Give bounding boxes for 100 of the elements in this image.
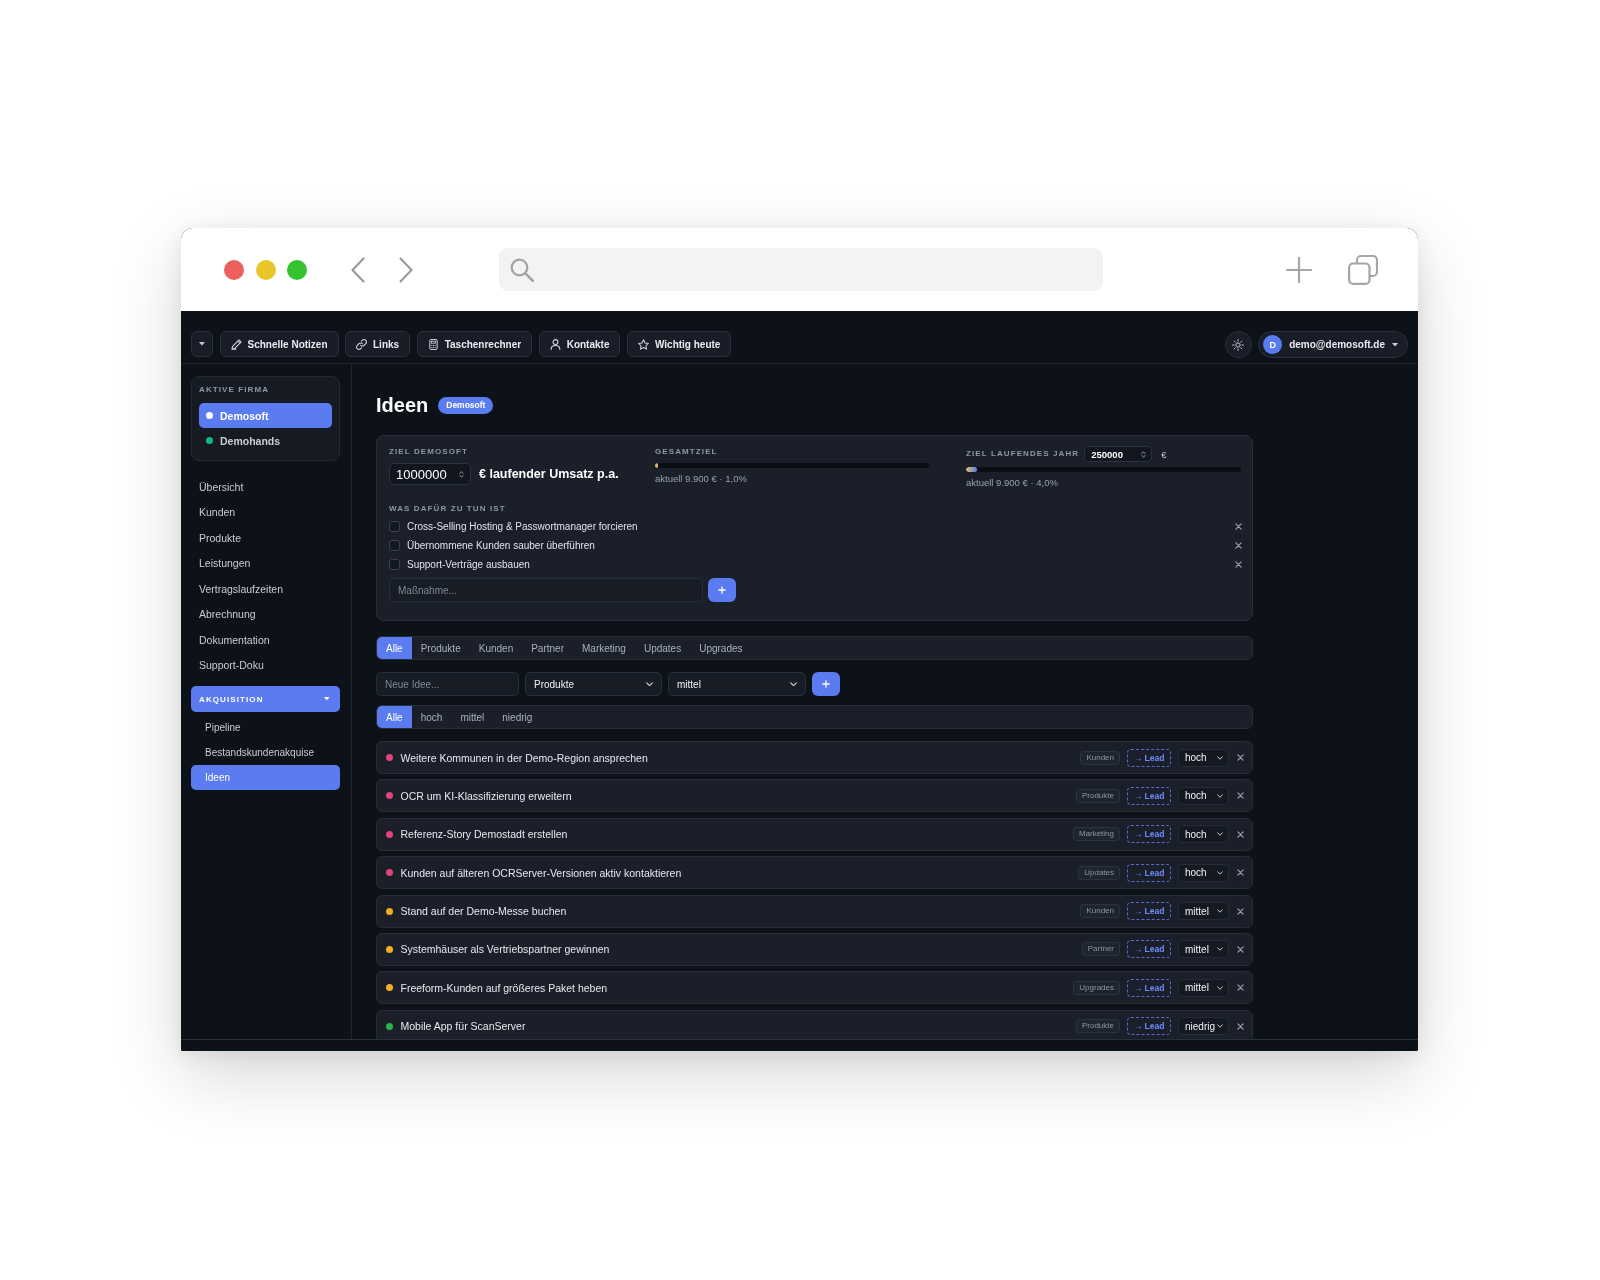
chevron-down-icon [1217,947,1223,952]
task-input[interactable]: Maßnahme... [389,578,703,602]
priority-select[interactable]: niedrig [1178,1017,1229,1036]
caret-icon [1392,342,1398,347]
todo-text: Support-Verträge ausbauen [407,559,531,570]
section-label: WAS DAFÜR ZU TUN IST [389,503,507,515]
dropdown-button[interactable] [191,331,213,357]
toolbar-button[interactable]: Links [345,331,411,357]
close-icon[interactable] [1235,523,1242,530]
category-tag: Marketing [1072,827,1120,842]
close-icon[interactable] [1237,984,1244,992]
close-icon[interactable] [1237,830,1244,838]
close-icon[interactable] [1237,869,1244,877]
priority-select[interactable]: hoch [1178,863,1229,882]
close-icon[interactable] [1235,542,1242,549]
theme-button[interactable] [1224,331,1252,358]
nav-subitem[interactable]: Pipeline [191,715,340,740]
nav-subitem[interactable]: Ideen [191,765,340,790]
toolbar-button[interactable]: Schnelle Notizen [219,331,339,357]
lead-button[interactable]: → Lead [1127,978,1171,997]
checkbox[interactable] [389,559,400,570]
lead-button[interactable]: → Lead [1127,940,1171,959]
filter-tab[interactable]: Alle [377,706,412,728]
lead-button[interactable]: → Lead [1127,863,1171,882]
nav-item[interactable]: Übersicht [191,474,340,500]
todo-text: Übernommene Kunden sauber überführen [407,540,596,551]
lead-button[interactable]: → Lead [1127,786,1171,805]
nav-item[interactable]: Kunden [191,499,340,525]
stepper-icon[interactable] [459,469,464,479]
nav-item[interactable]: Support-Doku [191,652,340,678]
idea-title: Stand auf der Demo-Messe buchen [400,905,568,918]
chevron-down-icon [1217,832,1223,837]
close-window-icon[interactable] [224,259,244,280]
close-icon[interactable] [1237,792,1244,800]
category-tag: Partner [1081,942,1120,957]
category-select[interactable]: Produkte [525,672,662,696]
avatar: D [1263,335,1283,354]
chevron-down-icon [1217,755,1223,760]
nav-item[interactable]: Abrechnung [191,601,340,627]
stepper-icon[interactable] [1141,449,1147,459]
add-button[interactable] [708,578,736,602]
lead-button[interactable]: → Lead [1127,902,1171,921]
idea-title: Weitere Kommunen in der Demo-Region ansprechen [400,751,649,764]
filter-tab[interactable]: Alle [377,637,412,659]
close-icon[interactable] [1237,1022,1244,1030]
checkbox[interactable] [389,521,400,532]
number-input[interactable]: 1000000 [389,463,471,485]
company-item[interactable]: Demohands [199,428,332,453]
category-tag: Produkte [1075,1019,1120,1034]
close-icon[interactable] [1237,754,1244,761]
sun-icon [1232,338,1245,351]
priority-select[interactable]: hoch [1178,786,1229,805]
nav-item[interactable]: Leistungen [191,550,340,576]
section-label: AKTIVE FIRMA [199,384,271,396]
priority-select[interactable]: mittel [1178,978,1229,997]
idea-title: Referenz-Story Demostadt erstellen [400,828,569,841]
nav-group-header[interactable]: AKQUISITION [191,686,340,712]
priority-select[interactable]: hoch [1178,825,1229,844]
company-item[interactable]: Demosoft [199,403,332,428]
priority-select[interactable]: mittel [1178,902,1229,921]
checkbox[interactable] [389,540,400,551]
lead-button[interactable]: → Lead [1127,1017,1171,1036]
filter-tab[interactable]: hoch [411,706,452,728]
add-button[interactable] [812,672,840,696]
toolbar-button[interactable]: Taschenrechner [416,331,533,357]
close-icon[interactable] [1237,945,1244,953]
toolbar-button[interactable]: Kontakte [538,331,621,357]
filter-tab[interactable]: Kunden [469,637,523,659]
filter-tab[interactable]: mittel [451,706,494,728]
nav-item[interactable]: Dokumentation [191,627,340,653]
chevron-down-icon [1217,870,1223,875]
filter-tab[interactable]: Upgrades [690,637,752,659]
filter-tab[interactable]: Marketing [573,637,635,659]
priority-select[interactable]: mittel [668,672,806,696]
filter-tab[interactable]: Produkte [411,637,470,659]
nav-item[interactable]: Vertragslaufzeiten [191,576,340,602]
lead-button[interactable]: → Lead [1127,825,1171,844]
number-input[interactable]: 250000 [1084,446,1153,462]
chevron-down-icon [646,681,653,687]
close-icon[interactable] [1235,561,1242,568]
nav-subitem[interactable]: Bestandskundenakquise [191,740,340,765]
idea-input[interactable]: Neue Idee... [376,672,519,696]
priority-select[interactable]: hoch [1178,748,1229,767]
toolbar-button[interactable]: Wichtig heute [626,331,732,357]
user-icon [549,338,561,350]
idea-title: OCR um KI-Klassifizierung erweitern [400,789,573,802]
chevron-down-icon [1217,909,1223,914]
progress-reading: aktuell 9.900 € · 4,0% [966,477,1059,489]
category-tag: Produkte [1075,788,1120,803]
account-button[interactable]: D demo@demosoft.de [1258,331,1408,358]
filter-tab[interactable]: niedrig [493,706,542,728]
nav-item[interactable]: Produkte [191,525,340,551]
unit-label: € laufender Umsatz p.a. [479,467,619,481]
filter-tab[interactable]: Updates [634,637,691,659]
field-label: ZIEL DEMOSOFT [389,446,470,458]
priority-select[interactable]: mittel [1178,940,1229,959]
lead-button[interactable]: → Lead [1127,748,1171,767]
company-badge: Demosoft [438,396,494,414]
filter-tab[interactable]: Partner [522,637,573,659]
close-icon[interactable] [1237,907,1244,915]
